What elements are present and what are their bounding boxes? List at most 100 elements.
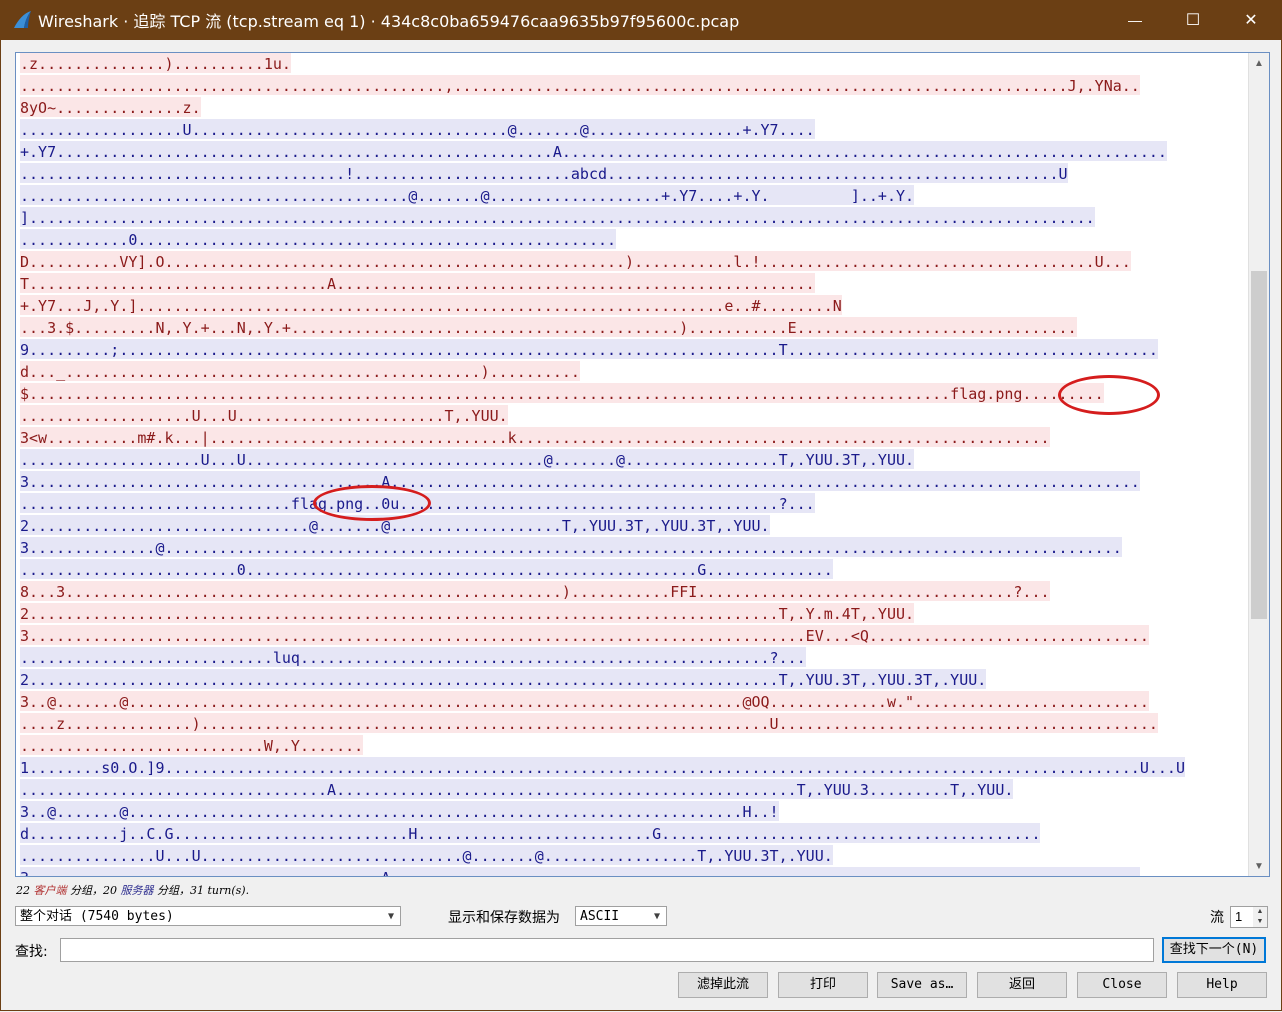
line-text: d..........j..C.G.......................… — [20, 823, 1041, 843]
server-data-line: 9.........;.............................… — [16, 339, 1248, 361]
server-data-line: ............................luq.........… — [16, 647, 1248, 669]
server-data-line: 3.......................................… — [16, 471, 1248, 493]
line-text: D..........VY].O........................… — [20, 251, 1131, 271]
minimize-icon: — — [1128, 12, 1142, 28]
server-data-line: 1........s0.O.]9........................… — [16, 757, 1248, 779]
server-data-line: ........................................… — [16, 185, 1248, 207]
stream-number-spinbox[interactable]: 1 ▲ ▼ — [1230, 906, 1268, 928]
server-data-line: 2...............................@.......… — [16, 515, 1248, 537]
spin-down-icon[interactable]: ▼ — [1253, 917, 1267, 927]
line-text: 3.......................................… — [20, 867, 1140, 876]
line-text: 3<w..........m#.k...|...................… — [20, 427, 1050, 447]
server-data-line: 3..@.......@............................… — [16, 801, 1248, 823]
close-icon: ✕ — [1244, 12, 1258, 29]
line-text: 1........s0.O.]9........................… — [20, 757, 1185, 777]
client-data-line: 3..@.......@............................… — [16, 691, 1248, 713]
help-button[interactable]: Help — [1177, 972, 1267, 998]
client-data-line: 3.......................................… — [16, 625, 1248, 647]
server-data-line: ...............U...U....................… — [16, 845, 1248, 867]
scroll-down-icon[interactable]: ▼ — [1249, 856, 1269, 876]
server-data-line: ..................................A.....… — [16, 779, 1248, 801]
line-text: ...3.$.........N,.Y.+...N,.Y.+..........… — [20, 317, 1077, 337]
client-data-line: d..._...................................… — [16, 361, 1248, 383]
chevron-down-icon: ▼ — [653, 911, 660, 922]
line-text: 2.......................................… — [20, 603, 915, 623]
client-data-line: ...................U...U................… — [16, 405, 1248, 427]
line-text: ............0...........................… — [20, 229, 617, 249]
client-data-line: 2.......................................… — [16, 603, 1248, 625]
line-text: .z..............)..........1u. — [20, 53, 291, 73]
client-data-line: .z..............)..........1u. — [16, 53, 1248, 75]
line-text: ....................................!...… — [20, 163, 1068, 183]
find-label: 查找: — [15, 944, 48, 960]
line-text: 9.........;.............................… — [20, 339, 1158, 359]
save-as-button[interactable]: Save as… — [877, 972, 967, 998]
line-text: ........................................… — [20, 185, 915, 205]
client-data-line: ...........................W,.Y....... — [16, 735, 1248, 757]
stream-lines: .z..............)..........1u...........… — [16, 53, 1248, 876]
client-data-line: 3<w..........m#.k...|...................… — [16, 427, 1248, 449]
line-text: 8yO~..............z. — [20, 97, 201, 117]
client-data-line: ...3.$.........N,.Y.+...N,.Y.+..........… — [16, 317, 1248, 339]
server-data-line: ............0...........................… — [16, 229, 1248, 251]
client-data-line: +.Y7...J,.Y.]...........................… — [16, 295, 1248, 317]
server-data-line: ..............................flag.png..… — [16, 493, 1248, 515]
stream-summary: 22 客户端 分组，20 服务器 分组，31 turn(s). — [16, 884, 250, 897]
flag-png-annotation-circle — [313, 485, 431, 521]
line-text: 3.......................................… — [20, 625, 1149, 645]
line-text: T.................................A.....… — [20, 273, 815, 293]
spin-up-icon[interactable]: ▲ — [1253, 907, 1267, 917]
find-next-button[interactable]: 查找下一个(N) — [1162, 937, 1266, 963]
chevron-down-icon: ▼ — [387, 911, 394, 922]
client-data-line: T.................................A.....… — [16, 273, 1248, 295]
stream-label: 流 — [1210, 910, 1224, 926]
line-text: +.Y7....................................… — [20, 141, 1167, 161]
stream-content-view[interactable]: .z..............)..........1u...........… — [15, 52, 1270, 877]
conversation-select[interactable]: 整个对话 (7540 bytes) ▼ — [15, 906, 401, 926]
line-text: $.......................................… — [20, 383, 1104, 403]
vertical-scrollbar[interactable]: ▲ ▼ — [1248, 53, 1269, 876]
maximize-button[interactable]: ☐ — [1164, 0, 1222, 40]
line-text: 3..............@........................… — [20, 537, 1122, 557]
line-text: 3..@.......@............................… — [20, 691, 1149, 711]
line-text: 8...3...................................… — [20, 581, 1050, 601]
line-text: 3.......................................… — [20, 471, 1140, 491]
back-button[interactable]: 返回 — [977, 972, 1067, 998]
client-data-line: 8...3...................................… — [16, 581, 1248, 603]
line-text: 3..@.......@............................… — [20, 801, 779, 821]
client-data-line: ....z..............)....................… — [16, 713, 1248, 735]
line-text: ............................luq.........… — [20, 647, 806, 667]
filter-out-stream-button[interactable]: 滤掉此流 — [678, 972, 768, 998]
close-window-button[interactable]: ✕ — [1222, 0, 1280, 40]
server-data-line: ....................................!...… — [16, 163, 1248, 185]
line-text: ...............U...U....................… — [20, 845, 833, 865]
server-data-line: 3..............@........................… — [16, 537, 1248, 559]
line-text: ....z..............)....................… — [20, 713, 1158, 733]
line-text: +.Y7...J,.Y.]...........................… — [20, 295, 842, 315]
server-data-line: 2.......................................… — [16, 669, 1248, 691]
line-text: ....................U...U...............… — [20, 449, 915, 469]
display-format-label: 显示和保存数据为 — [448, 910, 560, 926]
scrollbar-thumb[interactable] — [1251, 271, 1267, 619]
maximize-icon: ☐ — [1185, 12, 1201, 29]
find-input[interactable] — [60, 938, 1154, 962]
client-data-line: 8yO~..............z. — [16, 97, 1248, 119]
print-button[interactable]: 打印 — [778, 972, 868, 998]
server-data-line: ].......................................… — [16, 207, 1248, 229]
scroll-up-icon[interactable]: ▲ — [1249, 53, 1269, 73]
line-text: ...........................W,.Y....... — [20, 735, 364, 755]
line-text: ..................U.....................… — [20, 119, 815, 139]
server-data-line: +.Y7....................................… — [16, 141, 1248, 163]
server-data-line: ..................U.....................… — [16, 119, 1248, 141]
server-data-line: ....................U...U...............… — [16, 449, 1248, 471]
title-bar: Wireshark · 追踪 TCP 流 (tcp.stream eq 1) ·… — [0, 0, 1282, 40]
client-data-line: D..........VY].O........................… — [16, 251, 1248, 273]
close-button[interactable]: Close — [1077, 972, 1167, 998]
flag-png-annotation-circle — [1058, 375, 1160, 415]
wireshark-fin-icon — [14, 11, 31, 28]
format-select[interactable]: ASCII ▼ — [575, 906, 667, 926]
minimize-button[interactable]: — — [1106, 0, 1164, 40]
line-text: d..._...................................… — [20, 361, 580, 381]
line-text: ........................0...............… — [20, 559, 833, 579]
server-data-line: ........................0...............… — [16, 559, 1248, 581]
